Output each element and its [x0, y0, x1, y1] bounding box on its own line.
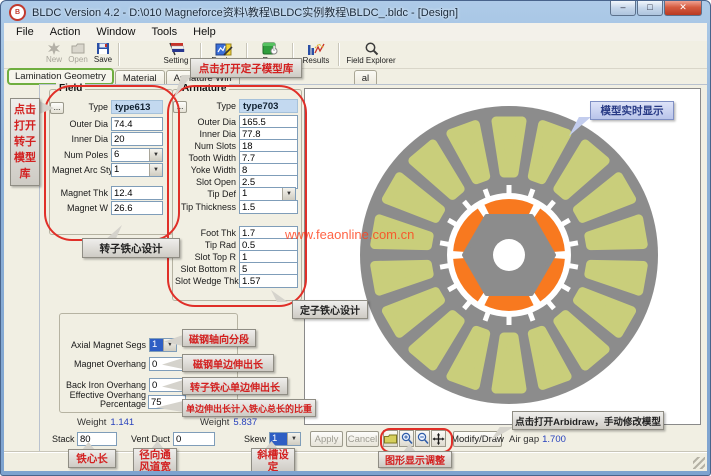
model-canvas[interactable]: [304, 88, 701, 425]
pan-button[interactable]: [431, 430, 446, 447]
stack-label: Stack: [52, 434, 77, 444]
field-inner-dia-input[interactable]: [111, 132, 163, 146]
annotation-open-rotor-lib: 点击打开转子模型库: [10, 98, 40, 186]
annotation-vent-width: 径向通风道宽: [133, 448, 177, 471]
cancel-button[interactable]: Cancel: [346, 431, 379, 447]
annotation-stator-core-design: 定子铁心设计: [292, 300, 368, 319]
annotation-core-length: 铁心长: [68, 449, 116, 468]
motor-cross-section: [349, 95, 669, 415]
armature-type-label: Type: [175, 101, 239, 111]
results-chart-icon: [307, 42, 325, 56]
menu-window[interactable]: Window: [88, 25, 143, 39]
field-magnet-thk-input[interactable]: [111, 186, 163, 200]
magnifier-icon: [364, 42, 379, 56]
field-num-poles-select[interactable]: 6▼: [111, 148, 163, 162]
watermark: www.feaonline.com.cn: [285, 227, 414, 242]
app-icon: B: [9, 4, 26, 21]
field-inner-dia-label: Inner Dia: [52, 134, 111, 144]
annotation-magnet-axial-seg: 磁钢轴向分段: [182, 329, 256, 347]
annotation-graphic-adjust: 图形显示调整: [378, 451, 452, 468]
axial-magnet-segs-label: Axial Magnet Segs: [61, 340, 149, 350]
annotation-rotor-core-design: 转子铁心设计: [82, 238, 180, 258]
annotation-model-live-view: 模型实时显示: [590, 101, 674, 120]
resize-grip[interactable]: [693, 457, 705, 469]
close-button[interactable]: ✕: [664, 1, 702, 16]
tab-material[interactable]: Material: [115, 70, 165, 85]
zoom-out-icon: [417, 432, 429, 445]
field-type-label: Type: [52, 102, 111, 112]
annotation-magnet-overhang: 磁钢单边伸出长: [182, 354, 274, 372]
menu-help[interactable]: Help: [185, 25, 224, 39]
save-button[interactable]: Save: [90, 42, 116, 67]
client-area: File Action Window Tools Help New Open S…: [4, 23, 707, 471]
shaft-hole: [493, 239, 525, 271]
open-button[interactable]: Open: [66, 42, 90, 67]
armature-type-value: type703: [239, 99, 298, 113]
field-magnet-thk-label: Magnet Thk: [52, 188, 111, 198]
field-outer-dia-label: Outer Dia: [52, 119, 111, 129]
save-icon: [96, 42, 110, 55]
design-icon: [215, 42, 233, 56]
vent-duct-input[interactable]: [173, 432, 215, 446]
stack-input[interactable]: [77, 432, 117, 446]
armature-tip-thickness-input[interactable]: [239, 200, 298, 214]
armature-group-title: Armature: [179, 83, 229, 94]
tab-partial[interactable]: al: [354, 70, 377, 85]
chevron-down-icon: ▼: [287, 433, 300, 445]
menu-file[interactable]: File: [8, 25, 42, 39]
zoom-out-button[interactable]: [415, 430, 430, 447]
field-weight: Weight1.141: [77, 417, 134, 428]
run-icon: [262, 42, 279, 56]
open-icon: [71, 42, 86, 55]
apply-button[interactable]: Apply: [310, 431, 343, 447]
annotation-overhang-percentage: 单边伸出长计入铁心总长的比重: [182, 399, 316, 417]
minimize-button[interactable]: –: [610, 1, 636, 16]
annotation-skew-setting: 斜槽设定: [251, 448, 295, 471]
app-window: B BLDC Version 4.2 - D:\010 Magneforce资料…: [0, 0, 711, 476]
modify-draw-button[interactable]: Modify/Draw: [453, 431, 502, 447]
window-title: BLDC Version 4.2 - D:\010 Magneforce资料\教…: [32, 4, 458, 20]
vent-duct-label: Vent Duct: [130, 434, 173, 444]
effective-overhang-label: Effective Overhang Percentage: [61, 391, 149, 409]
back-iron-overhang-label: Back Iron Overhang: [61, 380, 149, 390]
menu-tools[interactable]: Tools: [143, 25, 185, 39]
field-magnet-w-input[interactable]: [111, 201, 163, 215]
armature-weight: Weight5.837: [200, 417, 257, 428]
menu-action[interactable]: Action: [42, 25, 89, 39]
chevron-down-icon: ▼: [149, 164, 162, 176]
setting-flag-icon: [167, 42, 185, 56]
folder-icon: [384, 434, 397, 444]
magnet-overhang-label: Magnet Overhang: [61, 359, 149, 369]
new-icon: [47, 42, 61, 55]
field-outer-dia-input[interactable]: [111, 117, 163, 131]
field-magnet-arc-label: Magnet Arc Style: [52, 165, 111, 175]
field-group-title: Field: [56, 83, 85, 94]
skew-label: Skew: [242, 434, 269, 444]
field-num-poles-label: Num Poles: [52, 150, 111, 160]
annotation-open-arbidraw: 点击打开Arbidraw，手动修改模型: [512, 411, 664, 430]
title-bar: B BLDC Version 4.2 - D:\010 Magneforce资料…: [1, 1, 710, 23]
pan-icon: [432, 432, 445, 446]
air-gap-readout: Air gap1.700: [509, 434, 566, 445]
armature-slot-wedge-thk-input[interactable]: [239, 274, 298, 288]
zoom-in-button[interactable]: [399, 430, 414, 447]
armature-tip-def-select[interactable]: 1▼: [239, 187, 296, 201]
maximize-button[interactable]: □: [637, 1, 663, 16]
zoom-in-icon: [401, 432, 413, 445]
new-button[interactable]: New: [42, 42, 66, 67]
toolbar: New Open Save Setting Design: [4, 41, 707, 69]
chevron-down-icon: ▼: [149, 149, 162, 161]
field-type-value: type613: [111, 100, 163, 114]
field-magnet-arc-select[interactable]: 1▼: [111, 163, 163, 177]
annotation-rotor-core-overhang: 转子铁心单边伸出长: [182, 377, 288, 395]
menu-bar: File Action Window Tools Help: [4, 23, 707, 42]
field-magnet-w-label: Magnet W: [52, 203, 111, 213]
chevron-down-icon: ▼: [282, 188, 295, 200]
annotation-open-stator-lib: 点击打开定子模型库: [190, 58, 302, 78]
open-model-button[interactable]: [383, 430, 398, 447]
field-explorer-button[interactable]: Field Explorer: [340, 42, 402, 67]
